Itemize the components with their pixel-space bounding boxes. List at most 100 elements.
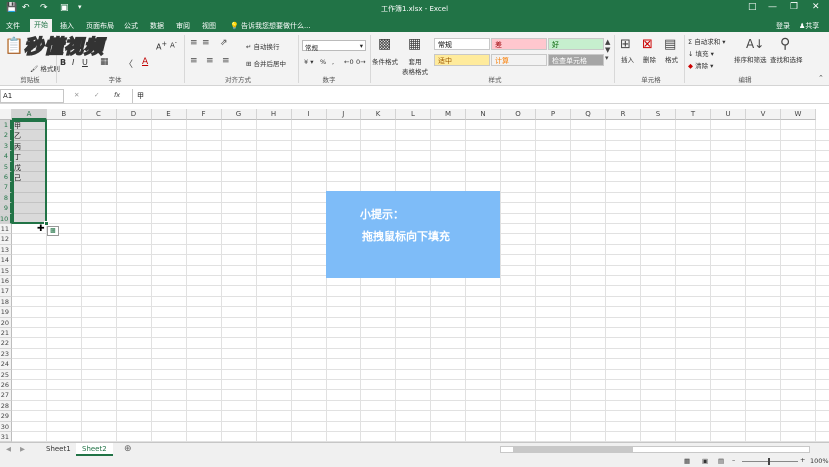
column-header-p[interactable]: P [536, 109, 571, 120]
row-header-8[interactable]: 8 [0, 192, 12, 204]
cell-style-5[interactable]: 检查单元格 [548, 54, 604, 66]
tab-file[interactable]: 文件 [2, 20, 24, 32]
gallery-scroll-icon[interactable]: ▲ ▼ ▾ [605, 38, 610, 62]
row-header-16[interactable]: 16 [0, 276, 12, 287]
sheet-tab-sheet2[interactable]: Sheet2 [76, 443, 113, 456]
column-header-u[interactable]: U [711, 109, 746, 120]
orientation-icon[interactable]: ⇗ [220, 38, 228, 48]
column-header-l[interactable]: L [396, 109, 431, 120]
column-header-h[interactable]: H [256, 109, 292, 120]
tell-me-search[interactable]: 💡 告诉我您想要做什么... [226, 20, 315, 32]
column-header-s[interactable]: S [641, 109, 676, 120]
align-right-icon[interactable]: ≡ [222, 56, 230, 66]
cell-style-4[interactable]: 计算 [491, 54, 547, 66]
tab-formulas[interactable]: 公式 [120, 20, 142, 32]
comma-button[interactable]: , [332, 58, 334, 66]
page-layout-view-icon[interactable]: ▣ [702, 457, 708, 465]
merge-center-button[interactable]: ⊞ 合并后居中 [246, 58, 286, 68]
row-header-24[interactable]: 24 [0, 359, 12, 370]
column-header-i[interactable]: I [291, 109, 327, 120]
row-header-13[interactable]: 13 [0, 244, 12, 256]
sort-filter-icon[interactable]: A↓ [746, 37, 764, 51]
row-header-19[interactable]: 19 [0, 307, 12, 318]
row-header-20[interactable]: 20 [0, 317, 12, 328]
enter-icon[interactable]: ✓ [94, 91, 99, 99]
insert-function-button[interactable]: fx [114, 91, 120, 99]
fill-color-icon[interactable]: 〈 [124, 57, 133, 70]
percent-button[interactable]: % [320, 58, 326, 66]
row-header-26[interactable]: 26 [0, 380, 12, 391]
zoom-level[interactable]: 100% [810, 457, 829, 465]
row-header-23[interactable]: 23 [0, 348, 12, 360]
row-header-31[interactable]: 31 [0, 432, 12, 442]
format-cells-button[interactable]: 格式 [665, 54, 678, 64]
row-header-12[interactable]: 12 [0, 234, 12, 245]
increase-decimal-button[interactable]: ←0 [344, 58, 354, 66]
row-header-22[interactable]: 22 [0, 338, 12, 349]
find-select-button[interactable]: 查找和选择 [770, 54, 803, 64]
scroll-thumb[interactable] [513, 447, 633, 452]
close-icon[interactable]: ✕ [812, 2, 820, 12]
cell-a4[interactable]: 丁 [14, 152, 21, 162]
delete-cells-icon[interactable]: ⊠ [642, 37, 653, 52]
column-header-f[interactable]: F [186, 109, 222, 120]
ribbon-display-icon[interactable]: □ [748, 2, 757, 12]
number-format-select[interactable]: 常规 ▾ [302, 40, 366, 52]
tab-review[interactable]: 审阅 [172, 20, 194, 32]
horizontal-scrollbar[interactable] [500, 446, 810, 453]
row-header-17[interactable]: 17 [0, 286, 12, 297]
row-header-10[interactable]: 10 [0, 213, 12, 224]
collapse-ribbon-icon[interactable]: ⌃ [818, 74, 824, 82]
row-header-27[interactable]: 27 [0, 390, 12, 401]
row-header-5[interactable]: 5 [0, 161, 12, 172]
cell-style-0[interactable]: 常规 [434, 38, 490, 50]
zoom-out-button[interactable]: – [732, 456, 735, 464]
normal-view-icon[interactable]: ▦ [684, 457, 690, 465]
tab-home[interactable]: 开始 [30, 19, 52, 32]
cell-a1[interactable]: 甲 [14, 121, 21, 131]
zoom-in-button[interactable]: + [800, 456, 805, 464]
column-header-d[interactable]: D [116, 109, 152, 120]
column-header-v[interactable]: V [746, 109, 781, 120]
insert-cells-button[interactable]: 插入 [621, 54, 634, 64]
bold-button[interactable]: B [60, 58, 66, 67]
delete-cells-button[interactable]: 删除 [643, 54, 656, 64]
column-header-g[interactable]: G [221, 109, 257, 120]
tab-view[interactable]: 视图 [198, 20, 220, 32]
auto-fill-options-button[interactable]: ▩ [47, 226, 59, 236]
insert-cells-icon[interactable]: ⊞ [620, 37, 631, 52]
align-center-icon[interactable]: ≡ [206, 56, 214, 66]
cell-style-1[interactable]: 差 [491, 38, 547, 50]
sign-in-link[interactable]: 登录 [772, 20, 794, 32]
wrap-text-button[interactable]: ↵ 自动换行 [246, 41, 280, 51]
italic-button[interactable]: I [72, 58, 74, 67]
format-as-table-button[interactable]: 套用 表格格式 [402, 56, 428, 76]
conditional-format-button[interactable]: 条件格式 [372, 56, 398, 66]
page-break-view-icon[interactable]: ▤ [718, 457, 724, 465]
align-top-icon[interactable]: ≡ [190, 38, 198, 48]
cell-a6[interactable]: 己 [14, 173, 21, 183]
formula-input[interactable]: 甲 [132, 89, 826, 103]
name-box[interactable]: A1 [0, 89, 64, 103]
share-button[interactable]: ♟共享 [795, 20, 823, 32]
tab-data[interactable]: 数据 [146, 20, 168, 32]
column-header-c[interactable]: C [81, 109, 117, 120]
align-left-icon[interactable]: ≡ [190, 56, 198, 66]
cell-a3[interactable]: 丙 [14, 142, 21, 152]
cancel-icon[interactable]: ✕ [74, 91, 79, 99]
format-as-table-icon[interactable]: ▦ [408, 36, 421, 52]
row-header-18[interactable]: 18 [0, 296, 12, 308]
row-header-28[interactable]: 28 [0, 400, 12, 412]
zoom-slider[interactable] [742, 458, 798, 465]
sheet-tab-sheet1[interactable]: Sheet1 [40, 443, 77, 456]
tab-insert[interactable]: 插入 [56, 20, 78, 32]
row-header-30[interactable]: 30 [0, 421, 12, 432]
row-header-3[interactable]: 3 [0, 140, 12, 152]
cell-style-3[interactable]: 适中 [434, 54, 490, 66]
cell-a2[interactable]: 乙 [14, 131, 21, 141]
paste-icon[interactable]: 📋 [4, 36, 24, 55]
column-header-r[interactable]: R [606, 109, 641, 120]
minimize-icon[interactable]: — [768, 2, 777, 12]
row-header-21[interactable]: 21 [0, 328, 12, 339]
increase-font-button[interactable]: A+ [156, 40, 167, 52]
